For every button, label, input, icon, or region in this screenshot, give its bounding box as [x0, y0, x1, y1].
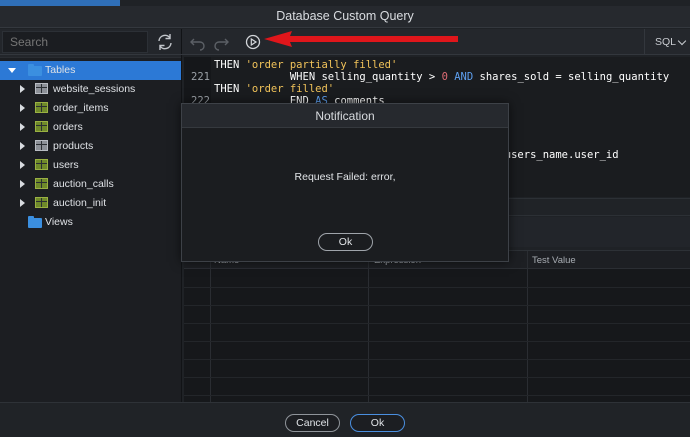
annotation-arrow-icon — [264, 31, 458, 47]
grid-line — [184, 359, 690, 360]
title-bar: Database Custom Query — [0, 6, 690, 28]
parameters-table: Name Expression Test Value — [184, 250, 690, 403]
grid-line — [527, 251, 528, 403]
undo-icon[interactable] — [188, 32, 208, 52]
language-select[interactable]: SQL — [644, 29, 690, 55]
dialog-footer: Cancel Ok — [0, 402, 690, 437]
chevron-down-icon[interactable] — [8, 68, 16, 73]
tree-item-label: order_items — [53, 102, 109, 114]
view-table-icon — [35, 102, 48, 113]
table-icon — [35, 83, 48, 94]
app-window: Database Custom Query Tables — [0, 0, 690, 437]
tree-item-label: users — [53, 159, 79, 171]
grid-line — [184, 395, 690, 396]
tree-item-label: auction_calls — [53, 178, 114, 190]
chevron-right-icon[interactable] — [20, 123, 25, 131]
view-table-icon — [35, 178, 48, 189]
code-line: WHEN selling_quantity > 0 AND shares_sol… — [214, 71, 669, 83]
notification-dialog: Notification Request Failed: error, Ok — [181, 103, 509, 262]
grid-line — [184, 323, 690, 324]
cancel-button[interactable]: Cancel — [285, 414, 340, 432]
tree-item-auction-init[interactable]: auction_init — [0, 194, 181, 213]
tree-item-label: orders — [53, 121, 83, 133]
code-token: THEN — [214, 83, 246, 95]
window-title: Database Custom Query — [276, 9, 414, 23]
tree-item-order-items[interactable]: order_items — [0, 99, 181, 118]
search-row — [0, 29, 182, 55]
code-line: THEN 'order partially filled' — [214, 59, 397, 71]
code-token: THEN — [214, 59, 246, 71]
ok-button[interactable]: Ok — [350, 414, 405, 432]
run-icon[interactable] — [243, 32, 263, 52]
view-table-icon — [35, 159, 48, 170]
grid-line — [368, 251, 369, 403]
chevron-down-icon — [677, 36, 687, 46]
sidebar: Tables website_sessions order_items orde… — [0, 29, 182, 402]
line-number: 221 — [191, 71, 210, 83]
notification-message: Request Failed: error, — [294, 171, 396, 183]
grid-line — [184, 305, 690, 306]
tree-item-views[interactable]: Views — [0, 213, 181, 232]
chevron-right-icon[interactable] — [20, 104, 25, 112]
view-table-icon — [35, 197, 48, 208]
refresh-icon[interactable] — [155, 32, 175, 52]
tree-item-tables[interactable]: Tables — [0, 61, 181, 80]
language-select-value: SQL — [655, 36, 677, 48]
code-line: THEN 'order filled' — [214, 83, 334, 95]
code-token: 'order filled' — [245, 83, 335, 95]
tree-item-website-sessions[interactable]: website_sessions — [0, 80, 181, 99]
tree-item-auction-calls[interactable]: auction_calls — [0, 175, 181, 194]
grid-line — [210, 251, 211, 403]
tree-item-label: auction_init — [53, 197, 107, 209]
code-token: AND — [454, 71, 474, 83]
chevron-right-icon[interactable] — [20, 161, 25, 169]
schema-tree: Tables website_sessions order_items orde… — [0, 57, 181, 402]
column-header-test-value: Test Value — [532, 255, 576, 266]
folder-icon — [28, 64, 42, 76]
chevron-right-icon[interactable] — [20, 180, 25, 188]
notification-header: Notification — [182, 104, 508, 128]
tree-item-label: website_sessions — [53, 83, 136, 95]
grid-line — [184, 341, 690, 342]
table-icon — [35, 140, 48, 151]
chevron-right-icon[interactable] — [20, 142, 25, 150]
code-token: 'order partially filled' — [245, 59, 398, 71]
code-token: shares_sold = selling_quantity — [473, 71, 670, 83]
chevron-right-icon[interactable] — [20, 199, 25, 207]
code-token: WHEN selling_quantity > — [214, 71, 442, 83]
folder-icon — [28, 216, 42, 228]
tree-item-orders[interactable]: orders — [0, 118, 181, 137]
tree-item-label: Views — [45, 216, 73, 228]
notification-title: Notification — [315, 109, 375, 123]
tree-item-products[interactable]: products — [0, 137, 181, 156]
tree-item-users[interactable]: users — [0, 156, 181, 175]
search-input[interactable] — [2, 31, 148, 53]
view-table-icon — [35, 121, 48, 132]
grid-line — [184, 377, 690, 378]
tree-item-label: products — [53, 140, 94, 152]
chevron-right-icon[interactable] — [20, 85, 25, 93]
redo-icon[interactable] — [211, 32, 231, 52]
tree-item-label: Tables — [45, 64, 76, 76]
notification-ok-button[interactable]: Ok — [318, 233, 373, 251]
grid-line — [184, 287, 690, 288]
